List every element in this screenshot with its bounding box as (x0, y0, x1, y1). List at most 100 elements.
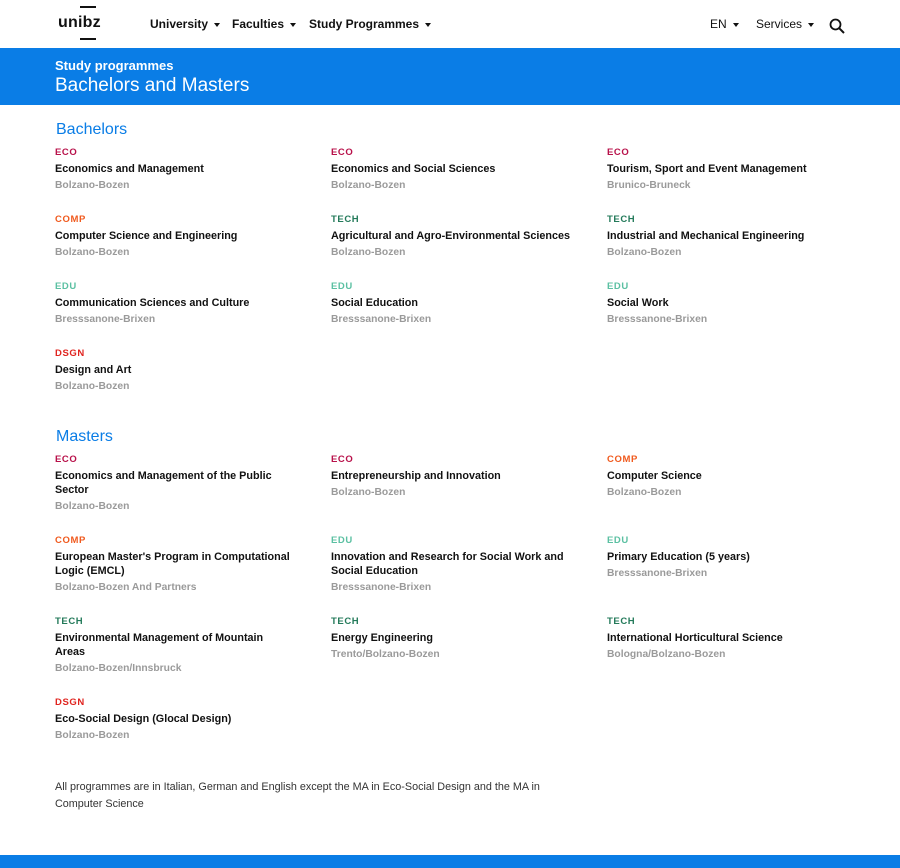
language-note: All programmes are in Italian, German an… (55, 781, 540, 810)
program-tag: ECO (55, 147, 78, 158)
program-card[interactable]: ECO Economics and Social Sciences Bolzan… (331, 146, 571, 193)
nav-faculties-label: Faculties (232, 17, 285, 31)
logo-top-bar (80, 6, 96, 8)
services-menu[interactable]: Services (756, 17, 815, 31)
program-location: Bolzano-Bozen (55, 381, 130, 392)
program-card[interactable]: TECH Environmental Management of Mountai… (55, 615, 295, 676)
unibz-logo[interactable]: unibz (58, 6, 102, 42)
program-name: European Master's Program in Computation… (55, 551, 290, 577)
program-location: Bolzano-Bozen (55, 180, 130, 191)
logo-text: unibz (58, 14, 101, 31)
program-tag: EDU (607, 281, 629, 292)
program-tag: EDU (331, 535, 353, 546)
program-card[interactable]: COMP Computer Science Bolzano-Bozen (607, 453, 847, 500)
program-tag: TECH (607, 214, 636, 225)
nav-faculties[interactable]: Faculties (232, 17, 297, 31)
program-location: Trento/Bolzano-Bozen (331, 649, 440, 660)
program-tag: COMP (55, 535, 86, 546)
program-name: Economics and Management of the Public S… (55, 470, 272, 496)
program-name: Economics and Social Sciences (331, 163, 496, 175)
program-location: Bolzano-Bozen (607, 487, 682, 498)
program-card[interactable]: EDU Innovation and Research for Social W… (331, 534, 571, 595)
program-card[interactable]: ECO Economics and Management of the Publ… (55, 453, 295, 514)
program-name: Design and Art (55, 364, 132, 376)
chevron-down-icon (214, 22, 221, 27)
program-name: Tourism, Sport and Event Management (607, 163, 807, 175)
program-name: Energy Engineering (331, 632, 433, 644)
program-card[interactable]: TECH Agricultural and Agro-Environmental… (331, 213, 571, 260)
program-location: Bresssanone-Brixen (607, 314, 708, 325)
program-name: Computer Science and Engineering (55, 230, 238, 242)
chevron-down-icon (732, 22, 739, 27)
masters-heading: Masters (56, 428, 113, 445)
nav-study-programmes-label: Study Programmes (309, 17, 420, 31)
program-name: International Horticultural Science (607, 632, 783, 644)
program-tag: ECO (607, 147, 630, 158)
program-tag: ECO (55, 454, 78, 465)
services-label: Services (756, 17, 803, 31)
logo-bottom-bar (80, 38, 96, 40)
program-tag: ECO (331, 454, 354, 465)
program-location: Bolzano-Bozen/Innsbruck (55, 663, 182, 674)
program-location: Bolzano-Bozen (331, 487, 406, 498)
nav-study-programmes[interactable]: Study Programmes (309, 17, 432, 31)
program-tag: DSGN (55, 697, 85, 708)
program-tag: COMP (607, 454, 638, 465)
program-tag: EDU (331, 281, 353, 292)
program-tag: EDU (55, 281, 77, 292)
program-tag: TECH (607, 616, 636, 627)
page-kicker: Study programmes (55, 58, 174, 73)
program-location: Bolzano-Bozen (55, 247, 130, 258)
program-tag: TECH (331, 616, 360, 627)
program-card[interactable]: EDU Social Education Bresssanone-Brixen (331, 280, 571, 327)
program-card[interactable]: ECO Entrepreneurship and Innovation Bolz… (331, 453, 571, 500)
language-label: EN (710, 17, 727, 31)
program-location: Bolzano-Bozen (607, 247, 682, 258)
program-card[interactable]: COMP Computer Science and Engineering Bo… (55, 213, 295, 260)
program-card[interactable]: ECO Economics and Management Bolzano-Boz… (55, 146, 295, 193)
program-location: Bolzano-Bozen (331, 247, 406, 258)
program-location: Bresssanone-Brixen (331, 314, 432, 325)
program-tag: TECH (331, 214, 360, 225)
program-location: Bolzano-Bozen (55, 730, 130, 741)
nav-university-label: University (150, 17, 209, 31)
program-location: Bolzano-Bozen (55, 501, 130, 512)
program-card[interactable]: EDU Communication Sciences and Culture B… (55, 280, 295, 327)
program-location: Bresssanone-Brixen (331, 582, 432, 593)
bachelors-heading: Bachelors (56, 121, 128, 138)
program-location: Bolzano-Bozen And Partners (55, 582, 197, 593)
nav-university[interactable]: University (150, 17, 221, 31)
program-location: Bolzano-Bozen (331, 180, 406, 191)
program-name: Computer Science (607, 470, 702, 482)
program-tag: TECH (55, 616, 84, 627)
top-navigation-bar: unibz University Faculties Study Program… (0, 0, 900, 48)
program-card[interactable]: EDU Primary Education (5 years) Bresssan… (607, 534, 847, 581)
page-title: Bachelors and Masters (55, 75, 250, 96)
program-tag: COMP (55, 214, 86, 225)
footer-band (0, 855, 900, 868)
program-name: Social Education (331, 297, 418, 309)
program-name: Innovation and Research for Social Work … (331, 551, 564, 577)
program-name: Agricultural and Agro-Environmental Scie… (331, 230, 570, 242)
program-name: Industrial and Mechanical Engineering (607, 230, 805, 242)
program-card[interactable]: TECH Industrial and Mechanical Engineeri… (607, 213, 847, 260)
page-header-band: Study programmes Bachelors and Masters (0, 48, 900, 105)
program-card[interactable]: ECO Tourism, Sport and Event Management … (607, 146, 847, 193)
chevron-down-icon (290, 22, 297, 27)
program-card[interactable]: COMP European Master's Program in Comput… (55, 534, 295, 595)
program-location: Bresssanone-Brixen (55, 314, 156, 325)
program-name: Primary Education (5 years) (607, 551, 750, 563)
language-selector[interactable]: EN (710, 17, 739, 31)
program-card[interactable]: EDU Social Work Bresssanone-Brixen (607, 280, 847, 327)
program-card[interactable]: DSGN Eco-Social Design (Glocal Design) B… (55, 696, 295, 743)
program-name: Economics and Management (55, 163, 204, 175)
program-tag: ECO (331, 147, 354, 158)
program-location: Bresssanone-Brixen (607, 568, 708, 579)
search-icon[interactable] (829, 18, 845, 34)
program-location: Brunico-Bruneck (607, 180, 691, 191)
program-location: Bologna/Bolzano-Bozen (607, 649, 726, 660)
chevron-down-icon (425, 22, 432, 27)
program-card[interactable]: DSGN Design and Art Bolzano-Bozen (55, 347, 295, 394)
program-card[interactable]: TECH Energy Engineering Trento/Bolzano-B… (331, 615, 571, 662)
program-card[interactable]: TECH International Horticultural Science… (607, 615, 847, 662)
